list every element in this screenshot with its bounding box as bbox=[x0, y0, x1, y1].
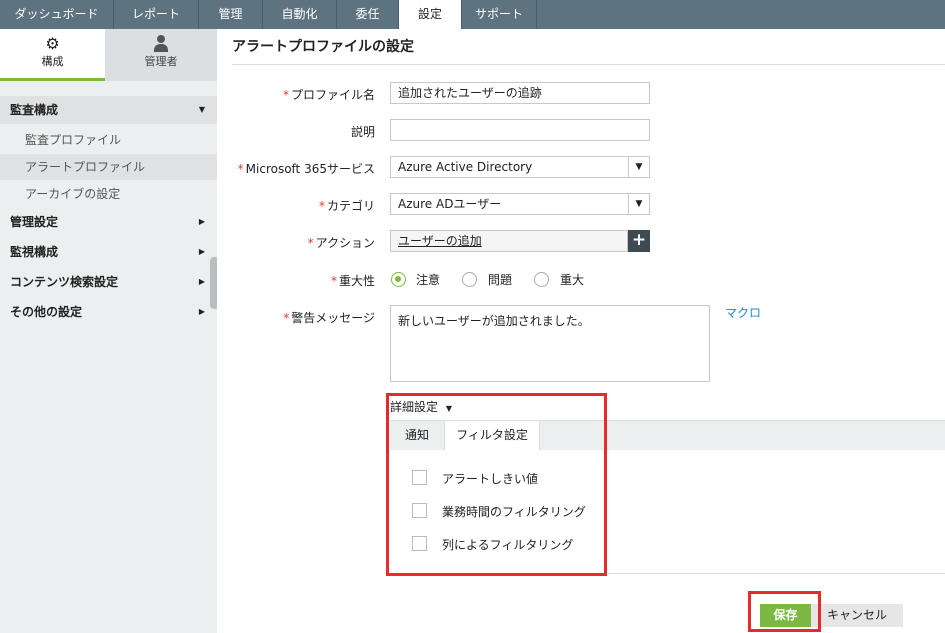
service-select[interactable]: Azure Active Directory ▼ bbox=[390, 156, 650, 178]
radio-label: 注意 bbox=[416, 273, 441, 287]
section-label: 管理設定 bbox=[10, 215, 59, 229]
sidebar-section-other[interactable]: その他の設定 ▶ bbox=[0, 298, 217, 326]
chevron-down-icon: ▼ bbox=[628, 157, 649, 177]
description-label: 説明 bbox=[350, 125, 375, 139]
macro-link[interactable]: マクロ bbox=[725, 304, 761, 321]
chevron-down-icon: ▼ bbox=[628, 194, 649, 214]
sidebar-tab-config[interactable]: ⚙ 構成 bbox=[0, 29, 105, 81]
nav-tab-reports[interactable]: レポート bbox=[114, 0, 199, 29]
nav-tab-delegation[interactable]: 委任 bbox=[337, 0, 399, 29]
selected-value: Azure ADユーザー bbox=[398, 197, 502, 211]
severity-label: * 重大性 bbox=[330, 274, 375, 288]
page-title: アラートプロファイルの設定 bbox=[232, 39, 414, 55]
profile-name-label: * プロファイル名 bbox=[282, 88, 375, 102]
radio-label: 問題 bbox=[488, 273, 513, 287]
service-label: * Microsoft 365サービス bbox=[237, 162, 375, 176]
action-label: * アクション bbox=[307, 236, 375, 250]
sidebar-section-monitoring[interactable]: 監視構成 ▶ bbox=[0, 238, 217, 266]
severity-radio-critical[interactable] bbox=[534, 272, 549, 287]
sidebar-item-audit-profile[interactable]: 監査プロファイル bbox=[0, 127, 217, 153]
top-nav: ダッシュボード レポート 管理 自動化 委任 設定 サポート bbox=[0, 0, 945, 29]
profile-name-input[interactable]: 追加されたユーザーの追跡 bbox=[390, 82, 650, 104]
category-select[interactable]: Azure ADユーザー ▼ bbox=[390, 193, 650, 215]
divider bbox=[232, 64, 945, 65]
action-field[interactable]: ユーザーの追加 bbox=[390, 230, 628, 252]
message-label: * 警告メッセージ bbox=[283, 311, 375, 325]
nav-tab-management[interactable]: 管理 bbox=[199, 0, 263, 29]
caret-right-icon: ▶ bbox=[198, 307, 205, 316]
caret-down-icon: ▼ bbox=[198, 105, 205, 114]
sidebar-section-content-search[interactable]: コンテンツ検索設定 ▶ bbox=[0, 268, 217, 296]
selected-value: Azure Active Directory bbox=[398, 160, 533, 174]
gear-icon: ⚙ bbox=[45, 34, 60, 53]
severity-radio-attention[interactable] bbox=[391, 272, 406, 287]
sidebar-section-admin-settings[interactable]: 管理設定 ▶ bbox=[0, 208, 217, 236]
nav-tab-automation[interactable]: 自動化 bbox=[263, 0, 337, 29]
description-input[interactable] bbox=[390, 119, 650, 141]
message-textarea[interactable]: 新しいユーザーが追加されました。 bbox=[390, 305, 710, 382]
caret-right-icon: ▶ bbox=[198, 217, 205, 226]
plus-icon: + bbox=[631, 230, 647, 250]
sidebar-item-alert-profile[interactable]: アラートプロファイル bbox=[0, 154, 217, 180]
sidebar-section-audit[interactable]: 監査構成 ▼ bbox=[0, 96, 217, 124]
sidebar-collapse-handle[interactable] bbox=[210, 257, 217, 309]
tab-label: 管理者 bbox=[144, 55, 178, 68]
cancel-button[interactable]: キャンセル bbox=[811, 604, 903, 627]
category-label: * カテゴリ bbox=[318, 199, 375, 213]
nav-tab-dashboard[interactable]: ダッシュボード bbox=[0, 0, 114, 29]
section-label: 監査構成 bbox=[10, 103, 59, 117]
tab-label: 構成 bbox=[41, 55, 64, 68]
add-action-button[interactable]: + bbox=[628, 230, 650, 252]
severity-radio-problem[interactable] bbox=[462, 272, 477, 287]
sidebar-tab-admin[interactable]: 管理者 bbox=[105, 29, 217, 81]
action-link[interactable]: ユーザーの追加 bbox=[398, 234, 482, 248]
highlight-box bbox=[748, 591, 821, 632]
sidebar-item-archive-settings[interactable]: アーカイブの設定 bbox=[0, 181, 217, 207]
nav-tab-support[interactable]: サポート bbox=[462, 0, 537, 29]
user-icon bbox=[153, 35, 169, 53]
section-label: 監視構成 bbox=[10, 245, 59, 259]
radio-label: 重大 bbox=[560, 273, 585, 287]
sidebar: ⚙ 構成 管理者 監査構成 ▼ 監査プロファイル アラートプロファイル アーカイブ… bbox=[0, 29, 217, 633]
caret-right-icon: ▶ bbox=[198, 247, 205, 256]
nav-tab-settings[interactable]: 設定 bbox=[399, 0, 462, 29]
caret-right-icon: ▶ bbox=[198, 277, 205, 286]
section-label: コンテンツ検索設定 bbox=[10, 275, 119, 289]
highlight-box bbox=[386, 393, 607, 576]
section-label: その他の設定 bbox=[10, 305, 83, 319]
